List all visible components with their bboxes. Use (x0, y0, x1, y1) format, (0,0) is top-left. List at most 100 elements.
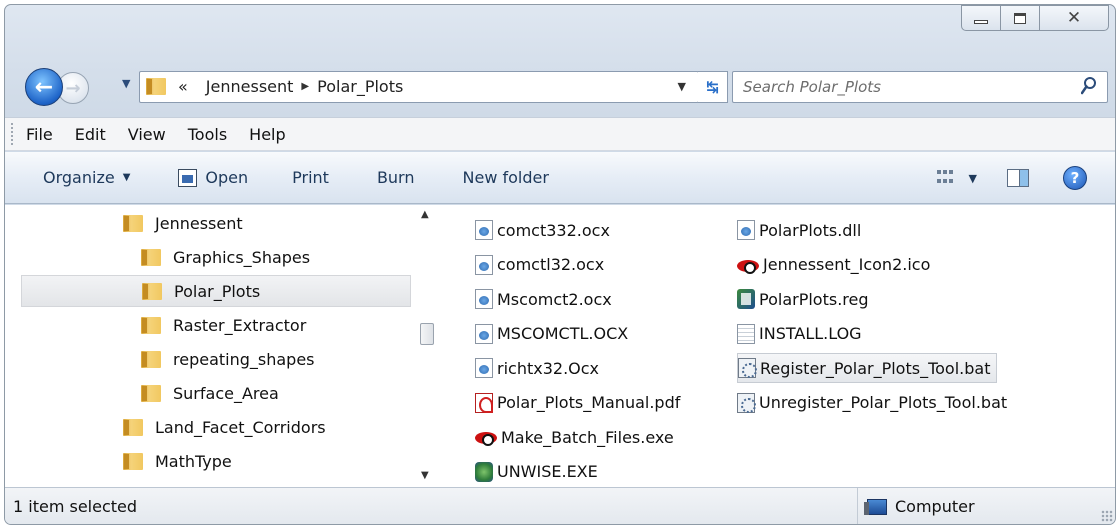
menu-edit[interactable]: Edit (75, 125, 106, 144)
file-name: Unregister_Polar_Plots_Tool.bat (759, 393, 1008, 412)
file-item[interactable]: comct332.ocx (475, 215, 610, 245)
file-item[interactable]: Register_Polar_Plots_Tool.bat (737, 353, 998, 383)
eye-file-icon (737, 259, 759, 274)
address-dropdown-icon[interactable]: ▼ (678, 80, 686, 93)
menu-tools[interactable]: Tools (188, 125, 227, 144)
print-label: Print (292, 168, 329, 187)
open-button[interactable]: Open (178, 168, 248, 187)
tree-item-label: Raster_Extractor (173, 315, 307, 335)
organize-dropdown-icon: ▼ (122, 172, 131, 183)
tree-item[interactable]: Polar_Plots (21, 275, 411, 307)
file-item[interactable]: MSCOMCTL.OCX (475, 319, 628, 349)
file-item[interactable]: Polar_Plots_Manual.pdf (475, 388, 680, 418)
refresh-button[interactable]: ↹ (698, 71, 728, 103)
folder-icon (123, 418, 143, 436)
setup-file-icon (475, 461, 493, 482)
folder-icon (123, 452, 143, 470)
tree-item-label: Graphics_Shapes (173, 247, 311, 267)
file-item[interactable]: Mscomct2.ocx (475, 284, 612, 314)
menu-grip (11, 123, 14, 145)
tree-item-label: Polar_Plots (174, 281, 261, 301)
file-name: Polar_Plots_Manual.pdf (497, 393, 681, 412)
reg-file-icon (737, 289, 755, 309)
file-name: comct332.ocx (497, 220, 610, 240)
status-location: Computer (864, 497, 975, 516)
log-file-icon (737, 323, 755, 344)
file-item[interactable]: PolarPlots.reg (737, 284, 869, 314)
breadcrumb-item-jennessent[interactable]: Jennessent (206, 77, 294, 96)
file-item[interactable]: Unregister_Polar_Plots_Tool.bat (737, 388, 1007, 418)
file-name: PolarPlots.dll (759, 220, 862, 240)
open-icon (178, 168, 198, 187)
organize-button[interactable]: Organize ▼ (43, 168, 130, 187)
burn-button[interactable]: Burn (377, 168, 415, 187)
search-box[interactable] (732, 71, 1108, 103)
resize-grip[interactable] (1101, 510, 1113, 522)
open-label: Open (205, 168, 249, 187)
recent-pages-dropdown[interactable]: ▼ (122, 77, 130, 90)
tree-item[interactable]: Land_Facet_Corridors (123, 411, 326, 443)
menu-view[interactable]: View (128, 125, 166, 144)
organize-label: Organize (43, 168, 115, 187)
file-name: PolarPlots.reg (759, 289, 869, 309)
tree-item[interactable]: Graphics_Shapes (141, 241, 310, 273)
file-item[interactable]: richtx32.Ocx (475, 353, 599, 383)
scroll-thumb[interactable] (420, 323, 434, 345)
tree-item[interactable]: Surface_Area (141, 377, 279, 409)
help-icon[interactable]: ? (1063, 166, 1087, 190)
file-name: Make_Batch_Files.exe (501, 427, 674, 447)
command-bar-right: ▼ ? (936, 152, 1115, 204)
back-button[interactable]: ← (25, 68, 63, 106)
menu-help[interactable]: Help (249, 125, 285, 144)
doc-file-icon (475, 254, 493, 275)
breadcrumb-item-polar-plots[interactable]: Polar_Plots (317, 77, 403, 96)
tree-item-partial[interactable] (123, 479, 155, 487)
file-item[interactable]: UNWISE.EXE (475, 457, 598, 487)
breadcrumb-overflow[interactable]: « (178, 77, 188, 96)
minimize-icon (974, 20, 988, 24)
menu-bar: File Edit View Tools Help (5, 117, 1115, 151)
print-button[interactable]: Print (292, 168, 329, 187)
maximize-button[interactable] (1000, 5, 1040, 31)
doc-file-icon (475, 358, 493, 378)
minimize-button[interactable] (961, 5, 1001, 31)
command-bar: Organize ▼ Open Print Burn New folder ▼ … (5, 152, 1115, 204)
view-options-dropdown-icon[interactable]: ▼ (969, 172, 977, 185)
search-input[interactable] (743, 77, 1063, 97)
file-item[interactable]: INSTALL.LOG (737, 319, 862, 349)
preview-pane-icon[interactable] (1007, 169, 1029, 187)
new-folder-button[interactable]: New folder (463, 168, 549, 187)
file-item[interactable]: Jennessent_Icon2.ico (737, 250, 930, 280)
bat-file-icon (737, 392, 756, 413)
eye-file-icon (475, 432, 497, 446)
burn-label: Burn (376, 168, 415, 187)
pdf-file-icon (475, 392, 493, 413)
file-name: comctl32.ocx (497, 255, 605, 274)
folder-icon (146, 78, 166, 95)
tree-item[interactable]: MathType (123, 445, 232, 477)
new-folder-label: New folder (462, 168, 549, 187)
search-icon[interactable] (1081, 77, 1097, 95)
back-arrow-icon: ← (34, 74, 54, 100)
scroll-down-icon[interactable]: ▼ (421, 470, 429, 481)
breadcrumb-separator-icon[interactable]: ▶ (301, 81, 309, 92)
file-item[interactable]: PolarPlots.dll (737, 215, 861, 245)
file-item[interactable]: Make_Batch_Files.exe (475, 422, 674, 452)
folder-icon (141, 316, 161, 334)
caption-buttons: ✕ (961, 5, 1109, 31)
status-divider (857, 488, 858, 524)
close-button[interactable]: ✕ (1039, 5, 1109, 31)
tree-item[interactable]: Raster_Extractor (141, 309, 306, 341)
doc-file-icon (475, 289, 493, 309)
change-view-icon[interactable] (936, 170, 957, 186)
close-icon: ✕ (1066, 8, 1082, 28)
nav-scrollbar[interactable]: ▲ ▼ (417, 205, 435, 487)
tree-item[interactable]: Jennessent (123, 207, 243, 239)
address-bar[interactable]: « Jennessent ▶ Polar_Plots ▼ (139, 71, 699, 103)
tree-item[interactable]: repeating_shapes (141, 343, 315, 375)
refresh-icon: ↹ (706, 78, 719, 96)
scroll-up-icon[interactable]: ▲ (421, 209, 429, 220)
file-name: Mscomct2.ocx (497, 289, 612, 309)
menu-file[interactable]: File (26, 125, 53, 144)
file-item[interactable]: comctl32.ocx (475, 250, 604, 280)
